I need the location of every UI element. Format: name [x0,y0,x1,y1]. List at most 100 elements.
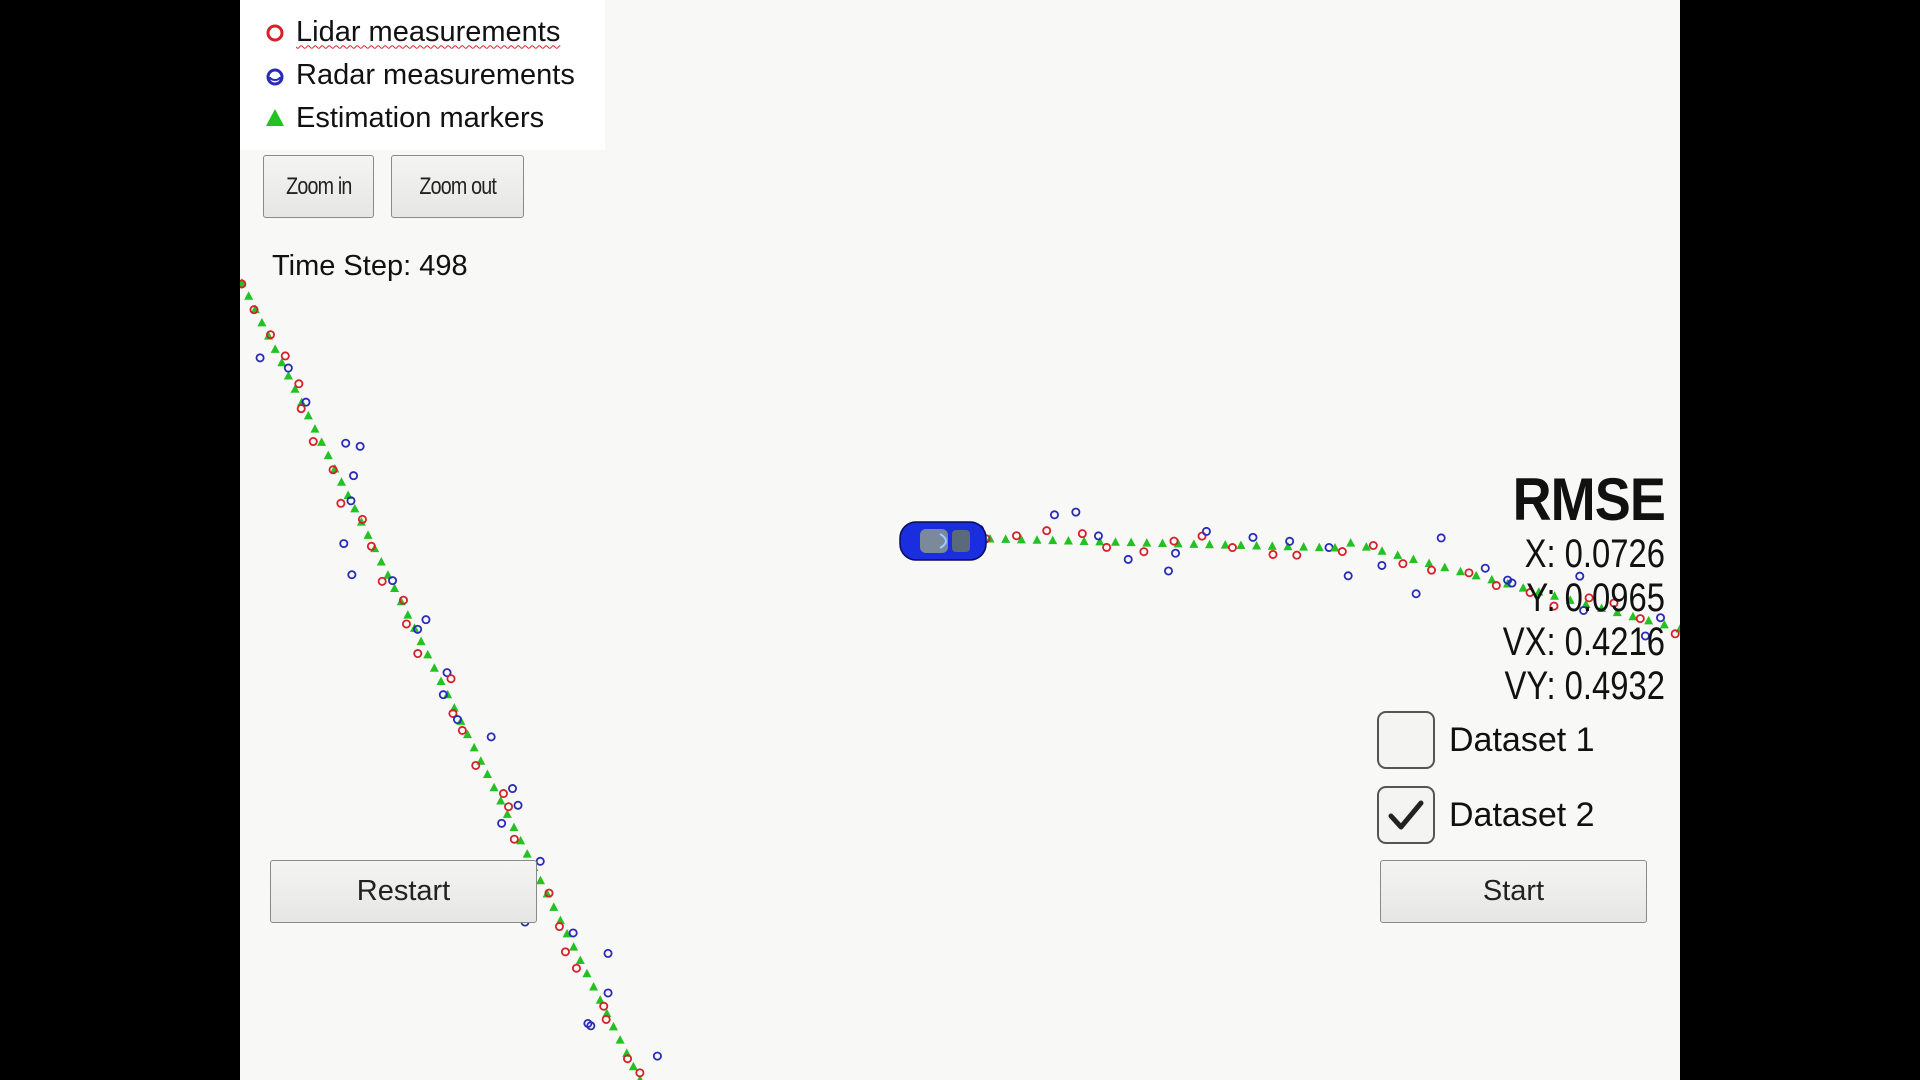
estimation-marker [1236,540,1246,550]
estimation-marker [1189,539,1199,548]
lidar-marker [1292,550,1302,560]
radar-marker [1377,560,1387,570]
radar-marker [1343,571,1353,581]
radar-marker [355,441,365,451]
lidar-marker [471,760,481,770]
lidar-marker [560,947,570,957]
radar-marker [486,732,496,742]
estimation-marker [1110,537,1120,546]
radar-marker-icon [262,62,288,88]
lidar-marker [446,674,456,684]
estimation-marker [482,769,492,778]
lidar-marker [1139,547,1149,557]
rmse-title: RMSE [1512,466,1666,533]
lidar-marker [1077,529,1087,539]
estimation-marker [1267,541,1277,550]
estimation-marker [1377,546,1387,555]
estimation-marker [303,410,313,420]
estimation-marker [310,424,320,433]
estimation-marker [429,663,439,672]
lidar-marker [294,379,304,389]
estimation-marker [376,556,386,566]
lidar-marker [280,351,290,361]
radar-marker [603,948,613,958]
estimation-marker [608,1021,618,1031]
dataset-2-checkbox[interactable] [1377,786,1435,844]
lidar-marker [401,619,411,629]
rmse-y-value: Y: 0.0965 [1526,576,1665,620]
lidar-marker [308,437,318,447]
estimation-marker [317,437,327,446]
zoom-out-button[interactable]: Zoom out [391,155,524,218]
estimation-marker [1252,540,1262,550]
lidar-marker [1398,559,1408,569]
estimation-marker [1048,535,1058,545]
car-icon [899,521,987,561]
dataset-1-option[interactable]: Dataset 1 [1377,711,1595,769]
lidar-marker [1042,526,1052,536]
estimation-marker [1314,542,1324,552]
estimation-marker [469,742,479,752]
estimation-marker [628,1061,638,1071]
estimation-marker [509,822,519,832]
estimation-marker [1393,550,1403,559]
lidar-marker [413,649,423,659]
lidar-marker [296,404,306,414]
estimation-marker [589,982,599,991]
lidar-marker [336,498,346,508]
radar-marker [497,818,507,828]
estimation-marker [1299,542,1309,551]
lidar-marker [377,576,387,586]
radar-marker [508,784,518,794]
estimation-marker [403,610,413,619]
dataset-1-checkbox[interactable] [1377,711,1435,769]
lidar-marker [1268,549,1278,559]
estimation-marker [1440,562,1450,572]
radar-marker [535,856,545,866]
legend-item-radar: Radar measurements [262,55,575,95]
estimation-marker [1158,538,1167,547]
estimation-marker [423,649,433,659]
legend-estimation-label: Estimation markers [296,101,545,134]
car-windshield [920,529,948,553]
radar-marker [341,438,351,448]
checkmark-icon [1388,800,1424,830]
lidar-marker [504,802,514,812]
radar-marker [1163,566,1173,576]
estimation-marker [363,530,373,539]
estimation-marker [1001,534,1011,543]
start-button[interactable]: Start [1380,860,1647,923]
lidar-marker [1102,542,1112,552]
radar-marker [388,576,398,586]
radar-marker [1411,589,1421,599]
estimation-marker [416,636,426,646]
legend-item-estimation: Estimation markers [262,98,544,138]
estimation-marker [1142,538,1152,547]
radar-marker [283,363,293,373]
estimation-marker [436,676,446,685]
radar-marker [1093,531,1103,541]
estimation-marker [1063,536,1073,545]
radar-marker [349,471,359,481]
zoom-in-button[interactable]: Zoom in [263,155,374,218]
estimation-marker [1126,537,1136,547]
dataset-2-option[interactable]: Dataset 2 [1377,786,1595,844]
lidar-marker [1337,547,1347,557]
rmse-vx-value: VX: 0.4216 [1502,620,1665,664]
estimation-marker [270,344,280,353]
legend: Lidar measurements Radar measurements Es… [240,0,605,150]
lidar-marker [509,834,519,844]
restart-button[interactable]: Restart [270,860,537,923]
rmse-panel: RMSE X: 0.0726 Y: 0.0965 VX: 0.4216 VY: … [1465,466,1666,709]
radar-marker [1248,532,1258,542]
radar-marker [1436,533,1446,543]
estimation-marker [549,902,559,911]
dataset-1-label: Dataset 1 [1449,720,1595,759]
estimation-marker [522,849,532,858]
dataset-2-label: Dataset 2 [1449,795,1595,834]
estimation-marker [1032,535,1042,544]
estimation-marker [615,1035,625,1044]
lidar-marker [498,789,508,799]
lidar-marker [571,963,581,973]
rmse-x-value: X: 0.0726 [1524,532,1665,576]
